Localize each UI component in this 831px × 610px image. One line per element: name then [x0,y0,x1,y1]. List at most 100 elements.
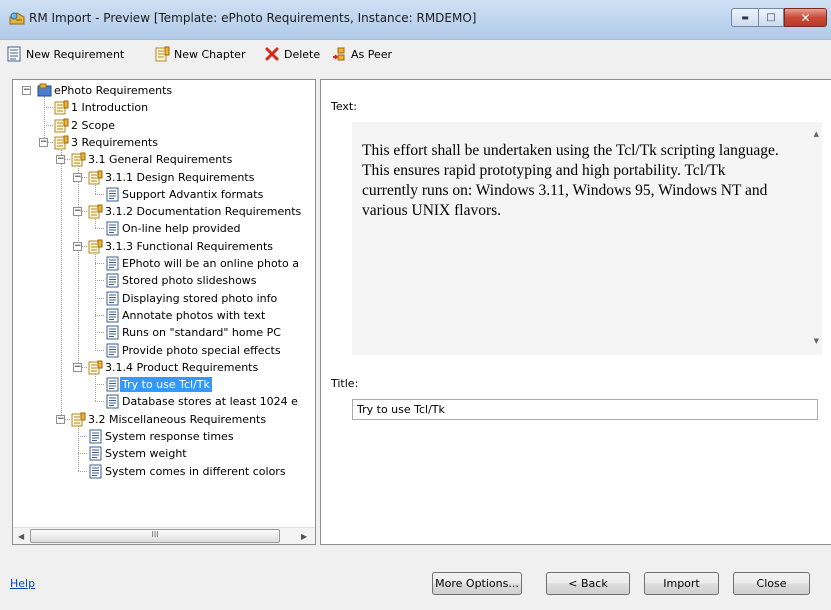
title-bar: RM Import - Preview [Template: ePhoto Re… [0,0,831,40]
scroll-right-icon[interactable]: ▶ [301,532,307,541]
as-peer-button[interactable]: As Peer [331,45,392,63]
tree-node[interactable]: Database stores at least 1024 e [105,393,300,410]
tree-connector [95,384,104,386]
back-button[interactable]: < Back [546,572,630,595]
tree-connector [95,349,104,351]
tree-connector [95,263,104,264]
close-icon: ✕ [800,10,811,25]
delete-label: Delete [284,47,321,61]
tree-node[interactable]: System comes in different colors [88,463,288,480]
import-button[interactable]: Import [644,572,719,595]
tree-node[interactable]: Runs on "standard" home PC [105,324,283,341]
maximize-button[interactable]: □ [758,8,784,27]
tree-node[interactable]: Displaying stored photo info [105,290,279,307]
tree-node[interactable]: System response times [88,428,236,445]
text-viewer[interactable]: This effort shall be undertaken using th… [352,122,822,355]
app-icon [9,12,25,25]
minimize-button[interactable]: ▬ [731,8,758,27]
requirement-icon [106,256,119,271]
collapse-icon[interactable]: − [73,207,82,217]
tree-node-label: 3 Requirements [71,135,158,149]
new-chapter-icon [155,46,170,62]
tree-node-label: Try to use Tcl/Tk [120,377,212,393]
scroll-up-icon[interactable]: ▲ [814,130,819,138]
tree-node[interactable]: 3.1.1 Design Requirements [88,169,256,186]
tree-node-label: 2 Scope [71,118,116,132]
title-field[interactable] [352,399,818,420]
new-chapter-label: New Chapter [174,47,246,61]
tree-connector [95,251,96,350]
tree-node[interactable]: 1 Introduction [54,99,150,116]
as-peer-label: As Peer [351,47,393,61]
tree-connector [44,124,53,126]
scroll-left-icon[interactable]: ◀ [18,532,24,541]
more-options-button[interactable]: More Options... [432,572,522,595]
tree-connector [78,424,79,471]
tree-node-label: EPhoto will be an online photo a [122,257,299,270]
requirement-icon [89,464,102,479]
toolbar: New Requirement New Chapter Delete As Pe… [0,40,831,69]
tree-node-label: Runs on "standard" home PC [122,326,281,340]
detail-panel: Text: This effort shall be undertaken us… [320,79,831,545]
tree-node[interactable]: 3 Requirements [54,134,160,151]
new-requirement-label: New Requirement [26,47,125,61]
delete-button[interactable]: Delete [264,45,320,63]
tree-node[interactable]: On-line help provided [105,220,243,237]
collapse-icon[interactable]: − [73,241,82,251]
tree-node[interactable]: Provide photo special effects [105,342,283,359]
chapter-icon [88,239,103,254]
tree-node[interactable]: Support Advantix formats [105,186,265,203]
tree-node-label: Support Advantix formats [122,187,264,201]
collapse-icon[interactable]: − [56,414,65,424]
requirement-icon [106,221,119,236]
tree-node[interactable]: System weight [88,445,189,462]
new-chapter-button[interactable]: New Chapter [154,45,245,63]
tree-connector [61,147,62,419]
window-title: RM Import - Preview [Template: ePhoto Re… [29,11,477,25]
tree-horizontal-scrollbar[interactable]: ◀ III ▶ [13,527,315,544]
tree-node[interactable]: 3.1.4 Product Requirements [88,359,260,376]
tree-connector [95,297,104,299]
maximize-icon: □ [766,12,776,23]
tree-node-label: Provide photo special effects [122,343,281,357]
collapse-icon[interactable]: − [73,362,82,372]
close-button[interactable]: Close [733,572,810,595]
tree-node[interactable]: 2 Scope [54,117,117,134]
tree-node-label: 3.1 General Requirements [88,153,233,167]
tree-node-label: System comes in different colors [105,464,286,478]
new-requirement-button[interactable]: New Requirement [6,45,124,63]
tree-node-label: ePhoto Requirements [54,84,173,97]
collapse-icon[interactable]: − [73,172,82,182]
tree-connector [78,436,87,437]
requirement-icon [89,446,102,461]
requirement-icon [106,187,119,202]
tree-node[interactable]: EPhoto will be an online photo a [105,255,301,272]
delete-icon [265,47,279,61]
scroll-down-icon[interactable]: ▼ [814,337,819,345]
requirements-tree[interactable]: − ePhoto Requirements 1 Introduction 2 Scop… [12,79,316,545]
help-link[interactable]: Help [10,577,35,590]
requirement-icon [106,325,119,340]
requirement-icon [106,377,119,392]
tree-connector [44,107,53,109]
tree-node-label: System response times [105,430,234,443]
tree-node[interactable]: 3.1 General Requirements [71,151,234,168]
chapter-icon [71,412,86,427]
tree-node[interactable]: 3.1.3 Functional Requirements [88,238,275,255]
collapse-icon[interactable]: − [56,155,65,165]
close-window-button[interactable]: ✕ [784,8,827,27]
as-peer-icon [333,47,345,61]
chapter-icon [88,170,103,184]
tree-node[interactable]: 3.2 Miscellaneous Requirements [71,411,268,428]
tree-node[interactable]: Stored photo slideshows [105,272,259,289]
tree-node[interactable]: ePhoto Requirements [37,82,174,99]
chapter-icon [54,118,69,133]
tree-node[interactable]: Annotate photos with text [105,307,267,324]
collapse-icon[interactable]: − [22,86,31,95]
tree-connector [95,228,104,230]
tree-node[interactable]: 3.1.2 Documentation Requirements [88,203,303,220]
tree-connector [78,470,87,472]
scroll-thumb[interactable]: III [30,529,280,543]
collapse-icon[interactable]: − [39,137,48,147]
tree-node[interactable]: Try to use Tcl/Tk [105,376,212,393]
